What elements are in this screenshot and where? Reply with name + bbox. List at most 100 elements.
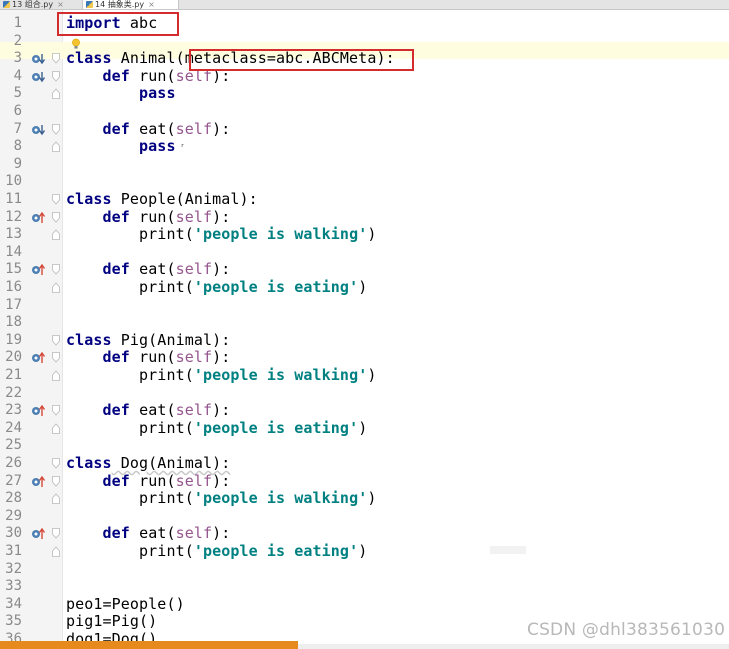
keyword-token: class [66, 454, 112, 472]
code-line[interactable]: 26 class Dog(Animal): [0, 454, 729, 473]
fold-icon[interactable] [52, 194, 60, 205]
code-token: ): [212, 207, 231, 226]
fold-icon[interactable] [52, 528, 60, 539]
code-line[interactable]: 15 def eat(self): [0, 261, 729, 279]
code-line[interactable]: 33 [0, 578, 729, 596]
code-token: ) [367, 366, 377, 384]
code-line[interactable]: 32 [0, 561, 729, 579]
keyword-token: class [66, 190, 112, 208]
fold-icon[interactable] [52, 53, 60, 64]
line-number: 23 [5, 402, 22, 419]
fold-icon[interactable] [52, 423, 60, 434]
tab-14-py[interactable]: 14 抽象类.py × [82, 0, 179, 9]
code-line[interactable]: 21 print('people is walking') [0, 366, 729, 385]
overrides-up-icon[interactable] [31, 528, 46, 540]
code-line[interactable]: 22 [0, 385, 729, 403]
horizontal-scrollbar-thumb[interactable] [0, 641, 298, 649]
code-line[interactable]: 23 def eat(self): [0, 401, 729, 420]
overrides-up-icon[interactable] [31, 405, 46, 417]
code-line[interactable]: 14 [0, 244, 729, 262]
implemented-down-icon[interactable] [31, 53, 46, 65]
self-token: self [175, 348, 213, 367]
code-line[interactable]: 9 [0, 156, 729, 174]
line-code: def eat(self): [66, 260, 231, 279]
code-line[interactable]: 28 print('people is walking') [0, 489, 729, 508]
code-line[interactable]: 12 def run(self): [0, 207, 729, 227]
string-token: 'people is walking' [193, 366, 368, 384]
code-line[interactable]: 24 print('people is eating') [0, 418, 729, 438]
code-line[interactable]: 34 peo1=People() [0, 595, 729, 614]
code-line[interactable]: 20 def run(self): [0, 349, 729, 367]
code-line[interactable]: 29 [0, 508, 729, 526]
line-code: print('people is walking') [66, 366, 377, 385]
line-number: 13 [5, 226, 22, 243]
line-code: class Pig(Animal): [66, 331, 230, 350]
line-number: 19 [5, 331, 22, 348]
code-line[interactable]: 5 pass [0, 85, 729, 103]
line-number: 28 [5, 490, 22, 507]
fold-icon[interactable] [52, 70, 60, 82]
code-line[interactable]: 16 print('people is eating') [0, 278, 729, 297]
line-number: 16 [5, 279, 22, 295]
lightbulb-icon[interactable] [71, 38, 81, 50]
line-code: def eat(self): [66, 524, 231, 543]
self-token: self [175, 524, 213, 543]
code-line[interactable]: 19 class Pig(Animal): [0, 331, 729, 350]
code-line[interactable]: 7 def eat(self): [0, 119, 729, 139]
fold-icon[interactable] [52, 264, 60, 275]
code-line[interactable]: 13 print('people is walking') [0, 225, 729, 244]
line-number: 20 [5, 349, 22, 366]
string-token: 'people is eating' [193, 418, 359, 437]
self-token: self [175, 119, 213, 138]
overrides-up-icon[interactable] [31, 475, 46, 488]
keyword-token: def [102, 260, 130, 279]
code-line[interactable]: 31 print('people is eating') [0, 542, 729, 561]
code-line[interactable]: 10 [0, 173, 729, 191]
warning-token: Dog(Animal): [111, 454, 231, 472]
code-line[interactable]: 6 [0, 103, 729, 121]
fold-icon[interactable] [52, 405, 60, 416]
fold-icon[interactable] [52, 141, 60, 153]
overrides-up-icon[interactable] [31, 211, 46, 224]
line-number: 4 [13, 67, 22, 84]
fold-icon[interactable] [52, 334, 60, 346]
keyword-token: pass [139, 137, 176, 156]
overrides-up-icon[interactable] [31, 352, 46, 364]
fold-icon[interactable] [52, 370, 60, 381]
code-line[interactable]: 30 def eat(self): [0, 525, 729, 543]
keyword-token: def [102, 401, 130, 420]
line-number: 15 [5, 261, 22, 278]
fold-icon[interactable] [52, 282, 60, 293]
fold-icon[interactable] [52, 352, 60, 363]
fold-icon[interactable] [52, 88, 60, 100]
fold-icon[interactable] [52, 493, 60, 505]
line-number: 34 [5, 595, 22, 612]
horizontal-scrollbar-track[interactable] [298, 644, 729, 649]
code-token: eat( [129, 119, 176, 138]
implemented-down-icon[interactable] [31, 124, 46, 136]
tab-13-py[interactable]: 13 组合.py × [0, 0, 87, 9]
implemented-down-icon[interactable] [31, 71, 46, 83]
annotation-box-metaclass [189, 49, 414, 71]
line-code: def run(self): [66, 348, 231, 367]
code-line[interactable]: 25 [0, 437, 729, 455]
overrides-up-icon[interactable] [31, 264, 46, 276]
close-tab-icon[interactable]: × [148, 0, 155, 9]
close-tab-icon[interactable]: × [57, 0, 64, 9]
fold-icon[interactable] [52, 475, 60, 487]
keyword-token: def [102, 66, 130, 85]
fold-icon[interactable] [52, 458, 60, 469]
fold-icon[interactable] [52, 211, 60, 223]
code-line[interactable]: 18 [0, 314, 729, 332]
keyword-token: class [66, 49, 112, 68]
line-number: 1 [13, 15, 22, 31]
fold-icon[interactable] [52, 229, 60, 241]
code-line[interactable]: 8 pass [0, 137, 729, 156]
fold-icon[interactable] [52, 546, 60, 557]
code-line[interactable]: 17 [0, 297, 729, 315]
code-token: ): [212, 119, 231, 138]
code-line[interactable]: 27 def run(self): [0, 472, 729, 491]
fold-icon[interactable] [52, 123, 60, 135]
line-code: pass [66, 85, 176, 103]
code-line[interactable]: 11 class People(Animal): [0, 190, 729, 209]
